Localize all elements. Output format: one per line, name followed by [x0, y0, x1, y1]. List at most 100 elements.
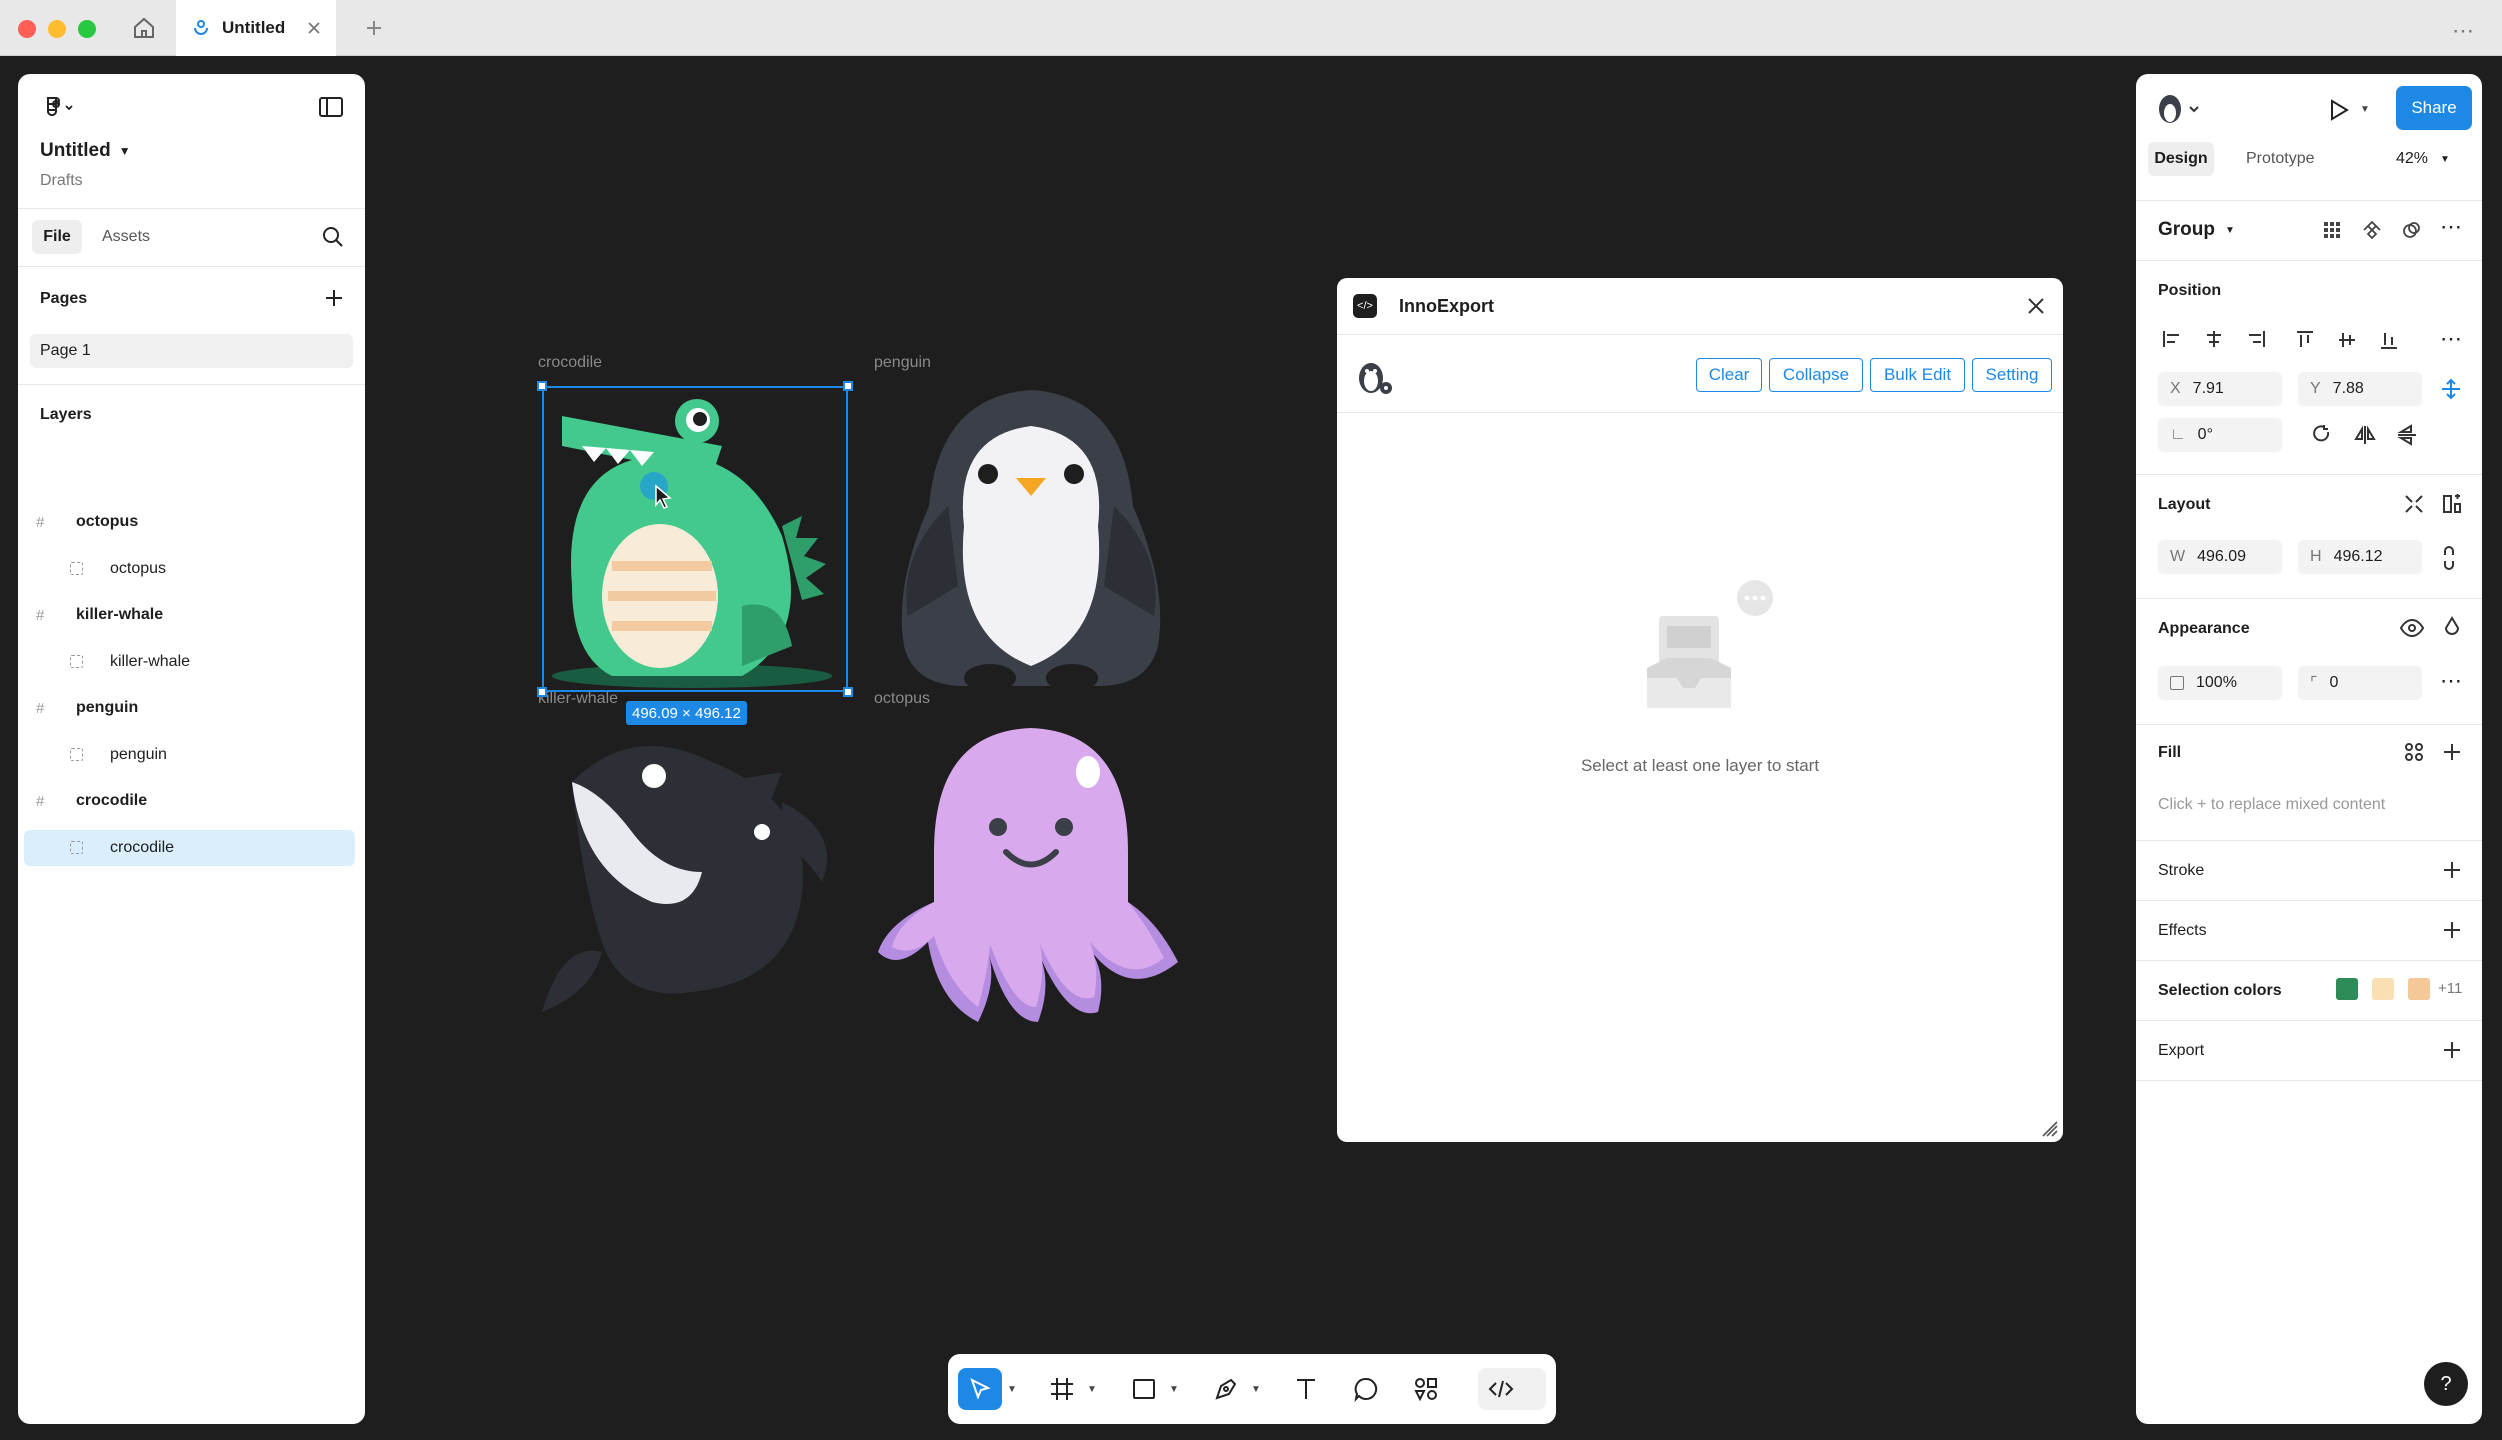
- zoom-level[interactable]: 42% ▼: [2396, 142, 2450, 176]
- browser-menu-icon[interactable]: ⋯: [2452, 18, 2474, 44]
- file-title[interactable]: Untitled ▼: [40, 140, 365, 162]
- add-export-icon[interactable]: [2442, 1040, 2462, 1060]
- text-tool-icon[interactable]: [1288, 1371, 1324, 1407]
- search-icon[interactable]: [322, 226, 344, 248]
- x-position-field[interactable]: X 7.91: [2158, 372, 2282, 406]
- boolean-icon[interactable]: [2402, 220, 2422, 240]
- align-bottom-icon[interactable]: [2380, 330, 2398, 350]
- align-center-vertical-icon[interactable]: [2338, 330, 2356, 350]
- chevron-down-icon[interactable]: ▼: [1084, 1371, 1100, 1407]
- user-avatar-icon[interactable]: [2156, 92, 2202, 126]
- resize-handle[interactable]: [537, 381, 547, 391]
- constraints-icon[interactable]: [2440, 378, 2462, 400]
- layer-item-killer-whale[interactable]: killer-whale: [18, 644, 365, 680]
- selection-color-swatch[interactable]: [2336, 978, 2358, 1000]
- page-item-page-1[interactable]: Page 1: [30, 334, 353, 368]
- chevron-down-icon[interactable]: ▼: [1004, 1371, 1020, 1407]
- corner-radius-field[interactable]: ⌜ 0: [2298, 666, 2422, 700]
- penguin-settings-icon[interactable]: [1353, 356, 1395, 398]
- resize-handle[interactable]: [843, 381, 853, 391]
- octopus-illustration[interactable]: [878, 722, 1184, 1028]
- component-icon[interactable]: [2362, 220, 2382, 240]
- close-icon[interactable]: [2025, 295, 2047, 317]
- penguin-illustration[interactable]: [878, 386, 1184, 692]
- help-button[interactable]: ?: [2424, 1362, 2468, 1406]
- flip-vertical-icon[interactable]: [2396, 424, 2418, 446]
- resize-grip-icon[interactable]: [2041, 1120, 2059, 1138]
- blend-mode-icon[interactable]: [2444, 616, 2460, 638]
- resize-handle[interactable]: [537, 687, 547, 697]
- frame-label-octopus[interactable]: octopus: [874, 690, 930, 708]
- pen-tool-icon[interactable]: [1208, 1371, 1244, 1407]
- add-stroke-icon[interactable]: [2442, 860, 2462, 880]
- tab-prototype[interactable]: Prototype: [2246, 142, 2314, 176]
- add-page-icon[interactable]: [324, 288, 344, 308]
- layer-item-crocodile[interactable]: # crocodile: [18, 783, 365, 819]
- flip-horizontal-icon[interactable]: [2354, 424, 2376, 446]
- align-top-icon[interactable]: [2296, 330, 2314, 350]
- setting-button[interactable]: Setting: [1972, 358, 2052, 392]
- y-position-field[interactable]: Y 7.88: [2298, 372, 2422, 406]
- align-left-icon[interactable]: [2162, 330, 2182, 348]
- comment-tool-icon[interactable]: [1348, 1371, 1384, 1407]
- tab-file[interactable]: File: [32, 220, 82, 254]
- resize-to-fit-icon[interactable]: [2404, 494, 2424, 514]
- figma-menu-icon[interactable]: [42, 94, 76, 120]
- width-field[interactable]: W 496.09: [2158, 540, 2282, 574]
- rotate-icon[interactable]: [2312, 424, 2332, 446]
- tab-untitled[interactable]: Untitled: [176, 0, 336, 56]
- close-window-button[interactable]: [18, 20, 36, 38]
- chevron-down-icon[interactable]: ▼: [1166, 1371, 1182, 1407]
- frame-tool-icon[interactable]: [1044, 1371, 1080, 1407]
- constrain-proportions-icon[interactable]: [2442, 546, 2456, 570]
- chevron-down-icon[interactable]: ▼: [1248, 1371, 1264, 1407]
- opacity-field[interactable]: 100%: [2158, 666, 2282, 700]
- chevron-down-icon[interactable]: ▼: [2360, 104, 2370, 115]
- clear-button[interactable]: Clear: [1696, 358, 1762, 392]
- present-play-icon[interactable]: [2328, 98, 2350, 122]
- new-tab-icon[interactable]: [364, 18, 384, 38]
- more-options-icon[interactable]: ⋯: [2440, 326, 2462, 352]
- layer-item-penguin[interactable]: # penguin: [18, 690, 365, 726]
- styles-icon[interactable]: [2404, 742, 2424, 762]
- selection-color-swatch[interactable]: [2408, 978, 2430, 1000]
- sidebar-toggle-icon[interactable]: [318, 96, 344, 118]
- rotation-field[interactable]: ∟ 0°: [2158, 418, 2282, 452]
- more-options-icon[interactable]: ⋯: [2440, 214, 2462, 240]
- layer-item-octopus[interactable]: # octopus: [18, 504, 365, 540]
- maximize-window-button[interactable]: [78, 20, 96, 38]
- layer-item-penguin[interactable]: penguin: [18, 737, 365, 773]
- move-tool-button[interactable]: [958, 1368, 1002, 1410]
- selection-color-swatch[interactable]: [2372, 978, 2394, 1000]
- align-right-icon[interactable]: [2246, 330, 2266, 348]
- more-options-icon[interactable]: ⋯: [2440, 668, 2462, 694]
- close-tab-icon[interactable]: [306, 20, 322, 36]
- resources-tool-icon[interactable]: [1408, 1371, 1444, 1407]
- killer-whale-illustration[interactable]: [542, 722, 848, 1028]
- selection-type-dropdown[interactable]: Group ▼: [2158, 212, 2235, 248]
- frame-label-killer-whale[interactable]: killer-whale: [538, 690, 618, 708]
- add-fill-icon[interactable]: [2442, 742, 2462, 762]
- grid-icon[interactable]: [2322, 220, 2342, 240]
- align-center-horizontal-icon[interactable]: [2204, 330, 2224, 348]
- height-field[interactable]: H 496.12: [2298, 540, 2422, 574]
- add-effect-icon[interactable]: [2442, 920, 2462, 940]
- layer-item-octopus[interactable]: octopus: [18, 551, 365, 587]
- collapse-button[interactable]: Collapse: [1769, 358, 1863, 392]
- home-icon[interactable]: [132, 16, 156, 40]
- minimize-window-button[interactable]: [48, 20, 66, 38]
- share-button[interactable]: Share: [2396, 86, 2472, 130]
- rectangle-tool-icon[interactable]: [1126, 1371, 1162, 1407]
- tab-design[interactable]: Design: [2148, 142, 2214, 176]
- auto-layout-icon[interactable]: [2442, 494, 2462, 514]
- eye-icon[interactable]: [2400, 618, 2424, 638]
- resize-handle[interactable]: [843, 687, 853, 697]
- layer-item-crocodile[interactable]: crocodile: [24, 829, 355, 866]
- selection-colors-more[interactable]: +11: [2438, 980, 2462, 997]
- dev-mode-toggle[interactable]: [1478, 1368, 1546, 1410]
- tab-assets[interactable]: Assets: [102, 220, 150, 254]
- frame-label-crocodile[interactable]: crocodile: [538, 354, 602, 372]
- selection-box[interactable]: [542, 386, 848, 692]
- layer-item-killer-whale[interactable]: # killer-whale: [18, 597, 365, 633]
- bulk-edit-button[interactable]: Bulk Edit: [1870, 358, 1965, 392]
